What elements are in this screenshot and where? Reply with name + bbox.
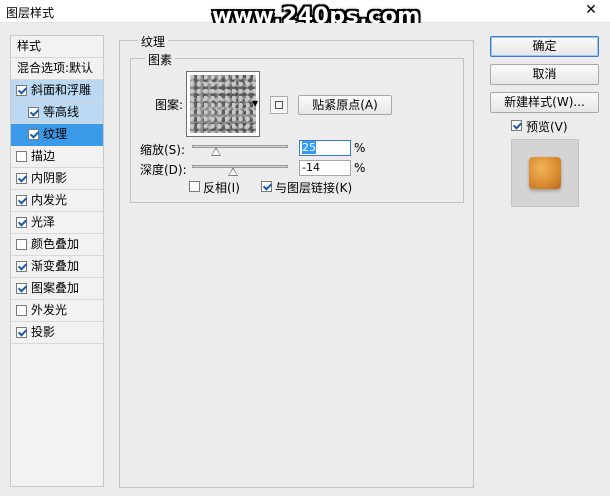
link-with-layer-label: 与图层链接(K) — [275, 181, 353, 195]
list-item-contour[interactable]: 等高线 — [11, 102, 103, 124]
new-style-button[interactable]: 新建样式(W)... — [490, 92, 599, 113]
preview-label: 预览(V) — [526, 120, 568, 134]
depth-slider-track[interactable] — [192, 165, 288, 168]
elements-group-title: 图素 — [145, 51, 176, 68]
styles-list: 样式 混合选项:默认 斜面和浮雕 等高线 纹理 描边 内阴影 内发光 光泽 颜色… — [10, 35, 104, 487]
invert-label: 反相(I) — [203, 181, 240, 195]
list-item-inner-shadow[interactable]: 内阴影 — [11, 168, 103, 190]
new-preset-icon[interactable] — [270, 96, 288, 114]
new-preset-glyph — [275, 101, 283, 109]
list-item-satin[interactable]: 光泽 — [11, 212, 103, 234]
close-icon[interactable]: ✕ — [580, 2, 602, 20]
texture-group-title: 纹理 — [138, 33, 169, 50]
gradient-overlay-checkbox[interactable] — [16, 261, 27, 272]
texture-checkbox[interactable] — [28, 129, 39, 140]
depth-slider-thumb[interactable] — [228, 167, 239, 176]
scale-slider-thumb[interactable] — [211, 147, 221, 156]
pattern-picker[interactable] — [186, 71, 260, 137]
list-item-pattern-overlay[interactable]: 图案叠加 — [11, 278, 103, 300]
preview-swatch — [529, 157, 561, 189]
link-with-layer-checkbox[interactable] — [261, 181, 272, 192]
pattern-label: 图案: — [155, 98, 184, 112]
list-item-texture[interactable]: 纹理 — [11, 124, 103, 146]
drop-shadow-checkbox[interactable] — [16, 327, 27, 338]
outer-glow-checkbox[interactable] — [16, 305, 27, 316]
list-item-styles[interactable]: 样式 — [11, 36, 103, 58]
depth-input[interactable]: -14 — [299, 160, 351, 176]
list-item-inner-glow[interactable]: 内发光 — [11, 190, 103, 212]
scale-label: 缩放(S): — [140, 143, 186, 157]
scale-percent: % — [354, 141, 366, 155]
cancel-button[interactable]: 取消 — [490, 64, 599, 85]
preview-checkbox[interactable] — [511, 120, 522, 131]
list-item-drop-shadow[interactable]: 投影 — [11, 322, 103, 344]
scale-slider-track[interactable] — [192, 145, 288, 148]
satin-checkbox[interactable] — [16, 217, 27, 228]
list-item-bevel-emboss[interactable]: 斜面和浮雕 — [11, 80, 103, 102]
list-item-blending-options[interactable]: 混合选项:默认 — [11, 58, 103, 80]
list-item-stroke[interactable]: 描边 — [11, 146, 103, 168]
chevron-down-icon[interactable]: ▼ — [252, 99, 258, 108]
pattern-swatch — [190, 75, 256, 133]
inner-shadow-checkbox[interactable] — [16, 173, 27, 184]
scale-input[interactable]: 25 — [299, 140, 351, 156]
stroke-checkbox[interactable] — [16, 151, 27, 162]
pattern-overlay-checkbox[interactable] — [16, 283, 27, 294]
snap-to-origin-button[interactable]: 贴紧原点(A) — [298, 95, 392, 115]
bevel-emboss-checkbox[interactable] — [16, 85, 27, 96]
list-item-gradient-overlay[interactable]: 渐变叠加 — [11, 256, 103, 278]
style-preview — [511, 139, 579, 207]
color-overlay-checkbox[interactable] — [16, 239, 27, 250]
dialog-body: 样式 混合选项:默认 斜面和浮雕 等高线 纹理 描边 内阴影 内发光 光泽 颜色… — [0, 23, 610, 496]
list-item-outer-glow[interactable]: 外发光 — [11, 300, 103, 322]
ok-button[interactable]: 确定 — [490, 36, 599, 57]
contour-checkbox[interactable] — [28, 107, 39, 118]
depth-label: 深度(D): — [140, 163, 187, 177]
inner-glow-checkbox[interactable] — [16, 195, 27, 206]
list-item-color-overlay[interactable]: 颜色叠加 — [11, 234, 103, 256]
window-title: 图层样式 — [6, 6, 55, 20]
invert-checkbox[interactable] — [189, 181, 200, 192]
depth-percent: % — [354, 161, 366, 175]
